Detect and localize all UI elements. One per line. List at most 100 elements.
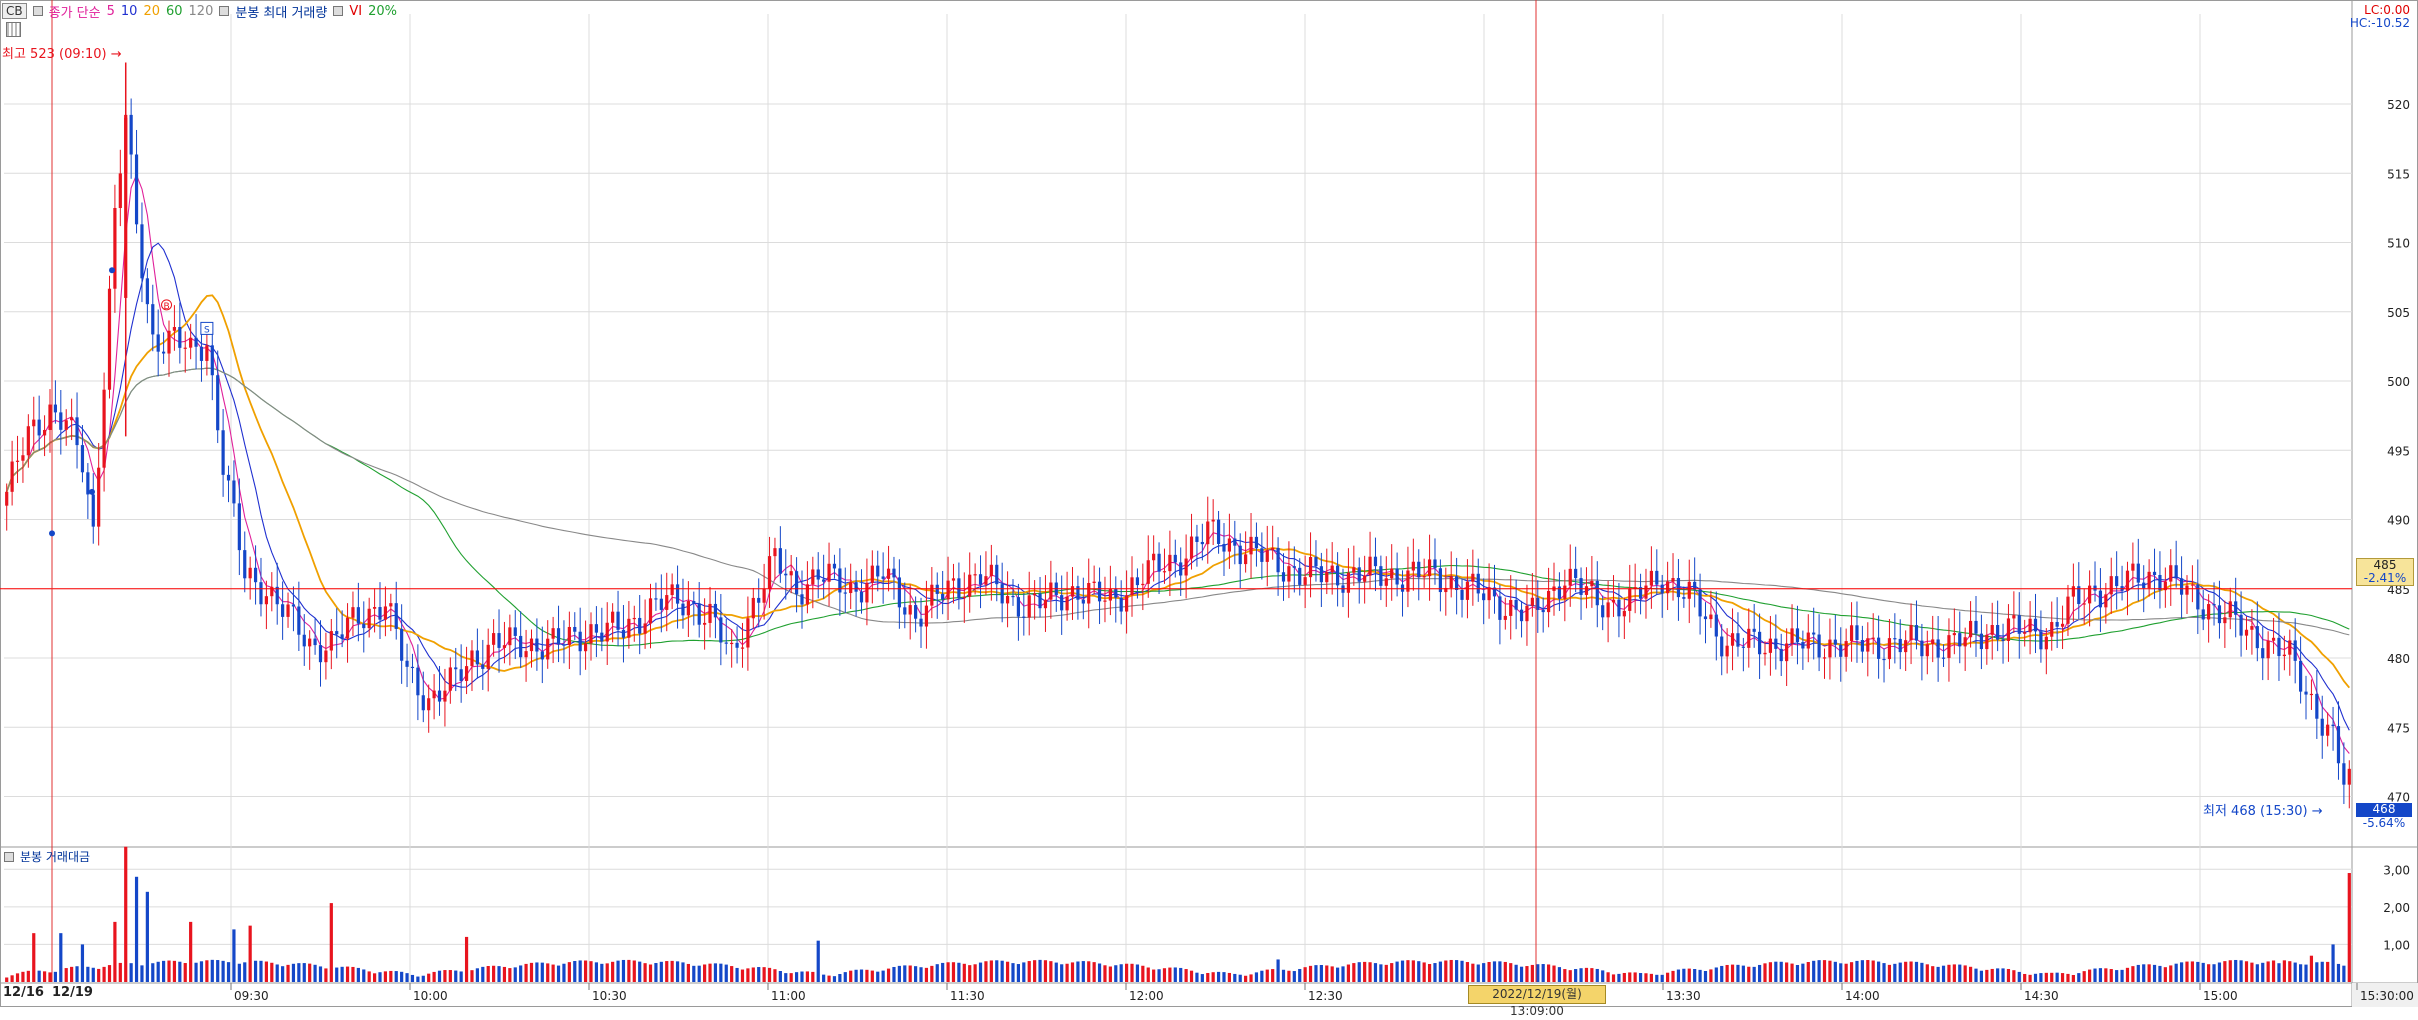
volume-bar (638, 961, 642, 982)
vi-settings-icon[interactable] (333, 6, 344, 16)
candle-body (540, 651, 544, 660)
volume-bar (930, 965, 934, 982)
candle-body (1433, 559, 1437, 569)
volume-bar (1043, 960, 1048, 982)
candle-body (1314, 556, 1318, 567)
volume-bar (464, 936, 469, 982)
candle-body (486, 644, 490, 669)
volume-bar (2077, 973, 2081, 982)
volume-bar (1693, 969, 1697, 982)
volume-bar (800, 971, 804, 982)
ma-settings-icon[interactable] (32, 6, 43, 16)
candle-body (638, 617, 642, 634)
volume-bar (822, 974, 826, 982)
volume-bar (2179, 962, 2184, 982)
candle-body (1579, 578, 1583, 595)
candle-body (2028, 618, 2032, 633)
volume-bar (1952, 964, 1956, 982)
volume-bar (1703, 970, 1708, 982)
volume-bar (80, 944, 85, 982)
ma-label: 종가 단순 (48, 5, 101, 21)
volume-bar (1135, 964, 1140, 982)
volume-bar (107, 965, 112, 982)
candle-body (1849, 625, 1854, 642)
volume-bar (1725, 964, 1729, 982)
time-tick-label: 12:30 (1308, 989, 1343, 1003)
volume-bar (1455, 960, 1459, 982)
volume-bar (859, 969, 864, 982)
volume-bar (1233, 973, 1237, 982)
volume-bar (1303, 967, 1307, 982)
volume-bar (2060, 973, 2065, 982)
volume-bar (611, 961, 615, 982)
candle-body (2196, 584, 2200, 610)
volume-bar (232, 929, 236, 982)
candle-body (730, 642, 734, 645)
volume-bar (1482, 963, 1486, 982)
candle-body (1628, 588, 1632, 611)
candle-body (2185, 585, 2189, 595)
candle-body (367, 608, 371, 629)
candle-body (2115, 576, 2119, 587)
candle-body (1530, 597, 1534, 606)
volume-settings-icon[interactable] (219, 6, 230, 16)
volume-bar (1687, 968, 1691, 982)
volume-bar (2044, 972, 2048, 982)
volume-bar (773, 969, 777, 982)
volume-bar (2098, 968, 2103, 982)
volume-bar (1996, 968, 2000, 982)
volume-bar (1817, 960, 1821, 982)
volume-bar (1022, 962, 1026, 982)
volume-bar (1195, 972, 1199, 982)
volume-bar (1676, 969, 1681, 982)
candle-body (789, 571, 793, 576)
candle-body (80, 445, 85, 473)
volume-bar (1406, 960, 1410, 982)
candle-body (2277, 637, 2281, 657)
candle-body (1189, 536, 1194, 559)
candle-body (551, 628, 555, 639)
calculator-icon[interactable] (6, 22, 21, 37)
volume-bar (459, 971, 463, 982)
volume-panel-title: 분봉 거래대금 (4, 848, 90, 865)
candle-body (1968, 620, 1973, 638)
candle-body (221, 430, 225, 475)
candle-body (1379, 566, 1383, 586)
candle-body (286, 604, 290, 617)
volume-bar (849, 970, 853, 982)
volume-panel-icon[interactable] (4, 851, 14, 862)
volume-bar (2082, 971, 2086, 982)
candle-body (400, 628, 404, 661)
candle-body (421, 695, 425, 711)
stock-chart[interactable]: 470475480485490495500505510515520 1,002,… (0, 0, 2418, 1007)
current-price-tag: 485 -2.41% (2356, 558, 2414, 586)
candle-body (1730, 633, 1735, 646)
candle-body (1503, 615, 1507, 620)
candle-body (697, 603, 701, 625)
candle-body (648, 598, 653, 624)
volume-bar (1081, 961, 1085, 982)
candle-body (15, 460, 20, 462)
volume-bar (1925, 964, 1929, 982)
volume-bar (1027, 961, 1031, 982)
volume-bar (140, 965, 144, 982)
volume-bar (1298, 968, 1302, 982)
candle-body (1996, 625, 2000, 640)
volume-bar (216, 960, 220, 982)
volume-bar (1346, 964, 1351, 982)
candle-body (876, 565, 880, 577)
cb-toggle[interactable]: CB (2, 3, 27, 19)
candle-body (2347, 768, 2351, 785)
candle-body (594, 624, 599, 633)
candle-body (1298, 567, 1302, 585)
candle-body (129, 114, 133, 155)
volume-bar (340, 966, 344, 982)
volume-bar (2125, 967, 2130, 982)
volume-bar (432, 971, 436, 982)
volume-bar (697, 965, 701, 982)
volume-bar (1546, 964, 1551, 982)
volume-bar (2266, 961, 2270, 982)
candle-body (259, 582, 263, 605)
volume-bar (594, 962, 599, 982)
volume-bar (2293, 962, 2297, 982)
